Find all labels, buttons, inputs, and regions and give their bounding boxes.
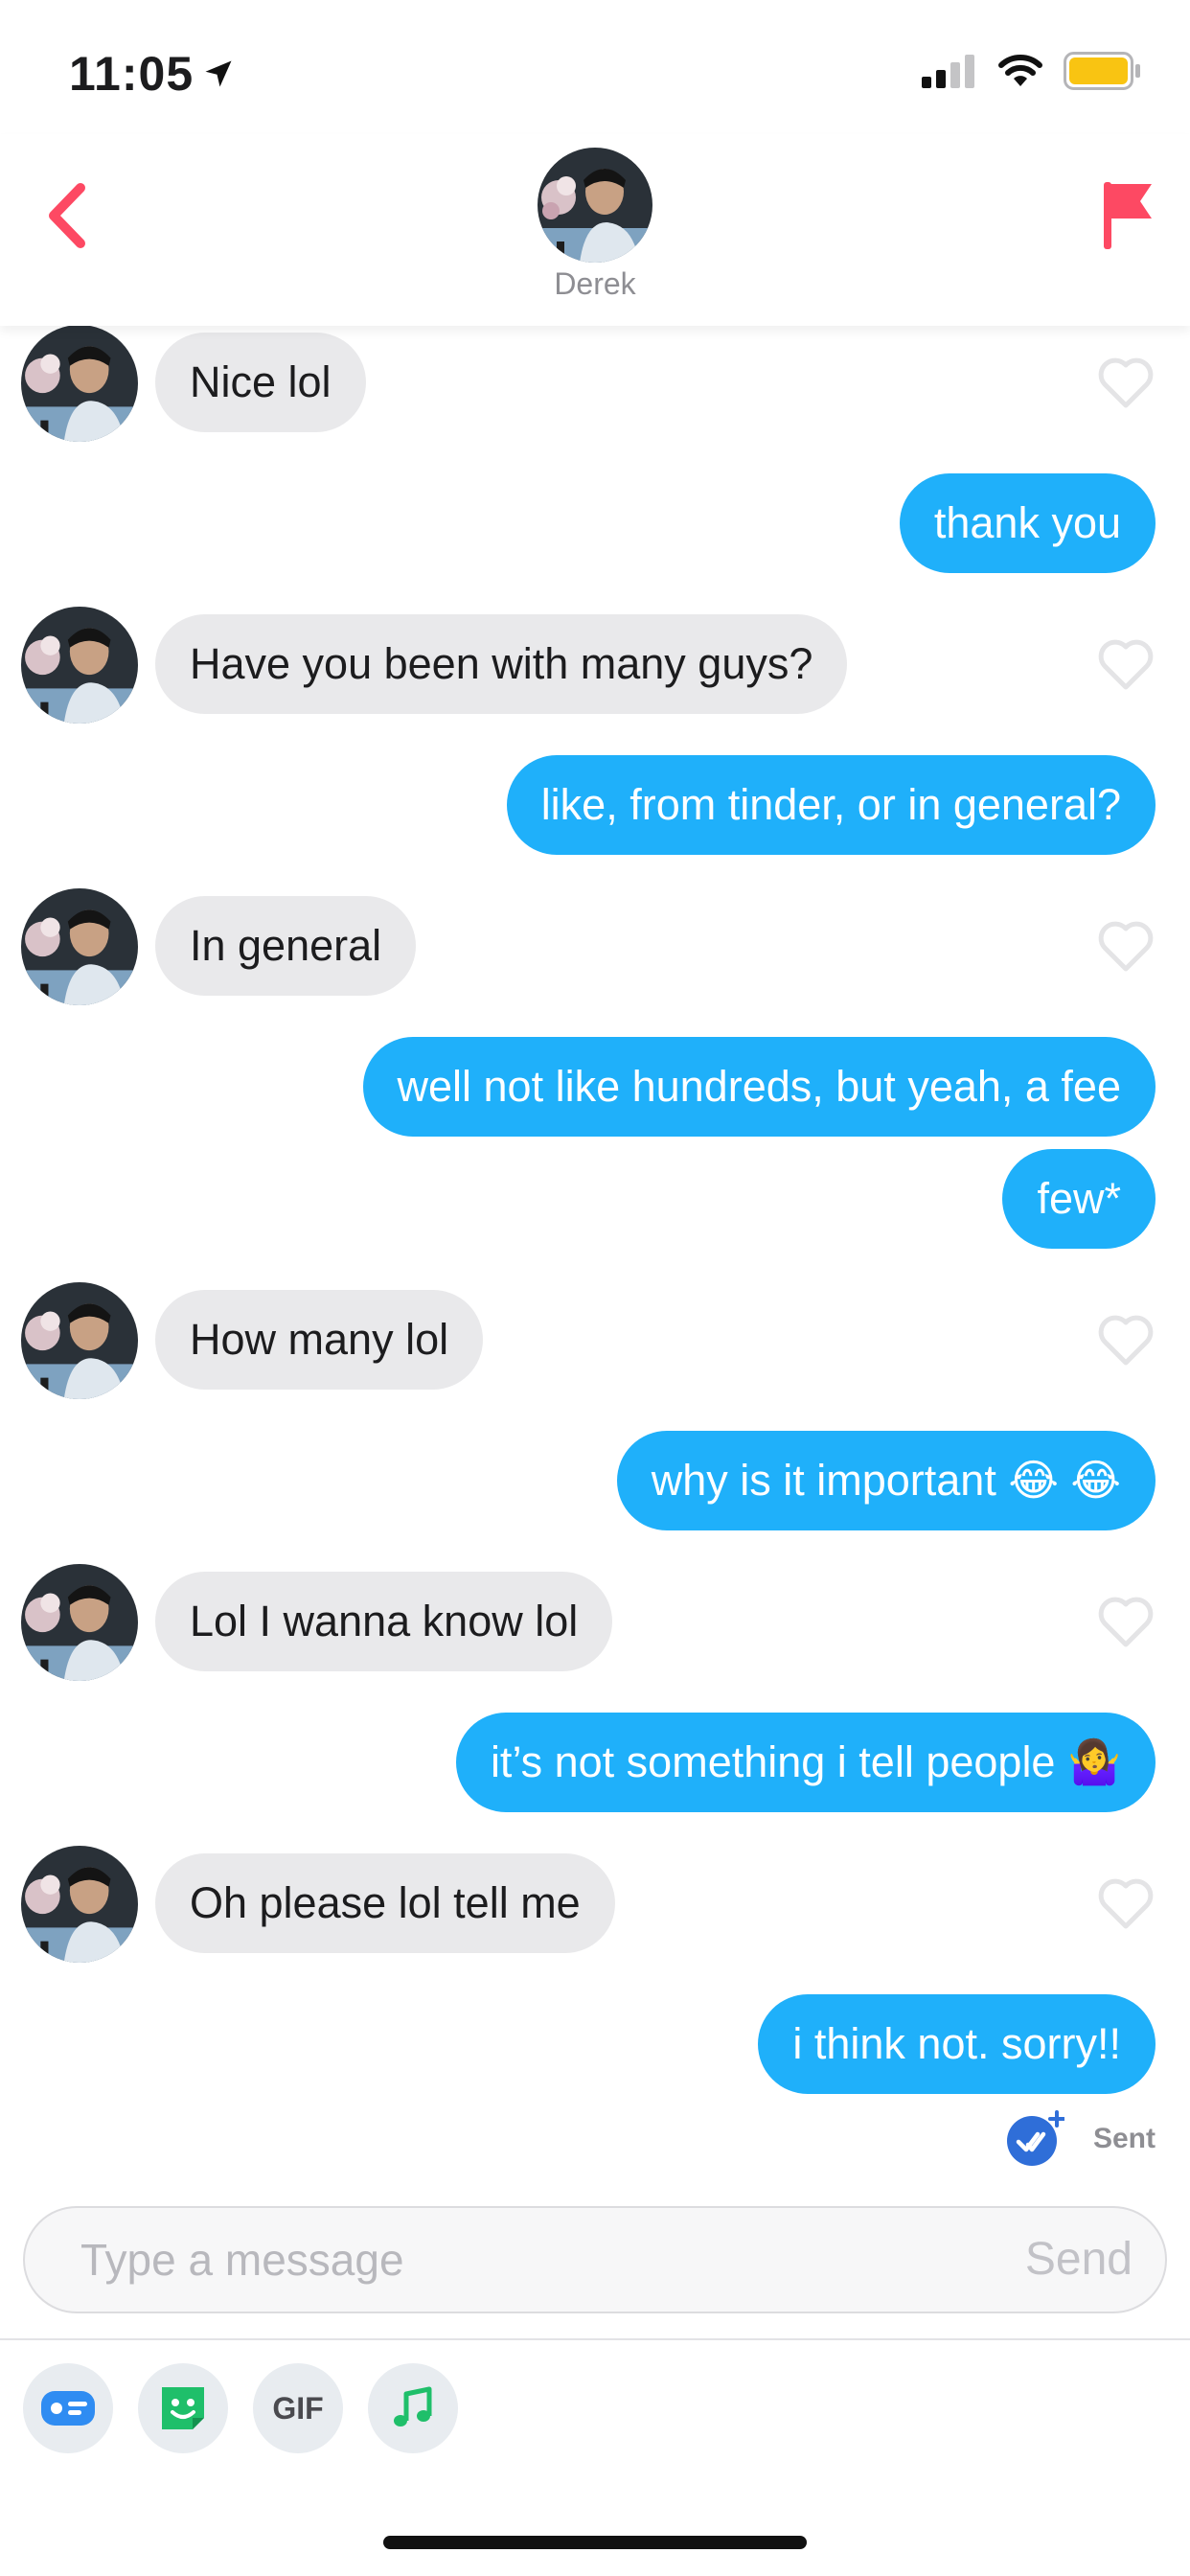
heart-icon[interactable] (1098, 1876, 1154, 1930)
message-row: it’s not something i tell people 🤷‍♀️ (0, 1713, 1190, 1812)
contact-avatar[interactable] (538, 148, 652, 263)
contact-avatar[interactable] (21, 1564, 138, 1681)
attachment-toolbar: GIF (23, 2363, 458, 2453)
profile-photo (538, 148, 652, 263)
incoming-message[interactable]: In general (155, 896, 417, 996)
gif-label: GIF (272, 2390, 324, 2426)
heart-icon[interactable] (1098, 1313, 1154, 1367)
message-row: Lol I wanna know lol (0, 1564, 1190, 1681)
composer-divider (0, 2338, 1190, 2340)
send-button[interactable]: Send (1025, 2208, 1133, 2312)
incoming-message[interactable]: How many lol (155, 1290, 484, 1390)
message-input[interactable] (80, 2208, 943, 2312)
message-row: How many lol (0, 1282, 1190, 1399)
outgoing-message[interactable]: why is it important 😂 😂 (616, 1431, 1156, 1530)
profile-photo (21, 1564, 138, 1681)
message-row: why is it important 😂 😂 (0, 1431, 1190, 1530)
message-list[interactable]: Nice lol thank you Have you been with ma… (0, 326, 1190, 2204)
outgoing-message[interactable]: thank you (899, 473, 1156, 573)
sticker-button[interactable] (138, 2363, 228, 2453)
incoming-message[interactable]: Have you been with many guys? (155, 614, 848, 714)
outgoing-message[interactable]: well not like hundreds, but yeah, a fee (362, 1037, 1156, 1137)
music-button[interactable] (368, 2363, 458, 2453)
incoming-message[interactable]: Oh please lol tell me (155, 1853, 615, 1953)
message-row: few* (0, 1149, 1190, 1249)
cellular-signal-icon (922, 55, 974, 88)
contact-name: Derek (554, 266, 636, 301)
outgoing-message[interactable]: few* (1002, 1149, 1156, 1249)
wifi-icon (998, 55, 1042, 86)
contact-avatar[interactable] (21, 326, 138, 442)
contact-avatar[interactable] (21, 607, 138, 724)
message-row: thank you (0, 473, 1190, 573)
outgoing-message[interactable]: it’s not something i tell people 🤷‍♀️ (455, 1713, 1156, 1812)
heart-icon[interactable] (1098, 356, 1154, 409)
heart-icon[interactable] (1098, 919, 1154, 973)
back-button[interactable] (38, 177, 96, 254)
contact-card-icon (41, 2391, 95, 2426)
message-composer: Send (23, 2206, 1167, 2313)
message-row: Nice lol (0, 326, 1190, 442)
profile-photo (21, 1846, 138, 1963)
profile-photo (21, 326, 138, 442)
home-indicator[interactable] (383, 2536, 807, 2549)
message-row: like, from tinder, or in general? (0, 755, 1190, 855)
report-button[interactable] (1094, 172, 1161, 259)
chat-header: Derek (0, 134, 1190, 326)
location-arrow-icon (205, 60, 232, 87)
status-time-text: 11:05 (69, 47, 195, 101)
contact-card-button[interactable] (23, 2363, 113, 2453)
battery-icon (1064, 52, 1140, 90)
incoming-message[interactable]: Nice lol (155, 333, 366, 432)
contact-avatar[interactable] (21, 888, 138, 1005)
status-bar: 11:05 (0, 0, 1190, 134)
outgoing-message[interactable]: like, from tinder, or in general? (506, 755, 1156, 855)
message-row: well not like hundreds, but yeah, a fee (0, 1037, 1190, 1137)
profile-photo (21, 607, 138, 724)
message-row: i think not. sorry!! (0, 1994, 1190, 2094)
outgoing-message[interactable]: i think not. sorry!! (758, 1994, 1156, 2094)
sticker-icon (162, 2387, 204, 2429)
profile-photo (21, 1282, 138, 1399)
music-note-icon (394, 2386, 432, 2426)
contact-avatar[interactable] (21, 1282, 138, 1399)
chevron-left-icon (49, 183, 85, 248)
sent-label: Sent (1092, 2123, 1156, 2154)
status-icons (922, 52, 1142, 90)
gif-button[interactable]: GIF (253, 2363, 343, 2453)
heart-icon[interactable] (1098, 1595, 1154, 1648)
message-row: In general (0, 888, 1190, 1005)
message-row: Have you been with many guys? (0, 607, 1190, 724)
heart-icon[interactable] (1098, 637, 1154, 691)
status-time: 11:05 (69, 46, 236, 102)
profile-photo (21, 888, 138, 1005)
contact-avatar[interactable] (21, 1846, 138, 1963)
incoming-message[interactable]: Lol I wanna know lol (155, 1572, 613, 1671)
flag-icon (1104, 182, 1152, 249)
read-receipt: Sent (1006, 2110, 1156, 2168)
read-receipt-icon[interactable] (1006, 2110, 1065, 2168)
message-row: Oh please lol tell me (0, 1846, 1190, 1963)
